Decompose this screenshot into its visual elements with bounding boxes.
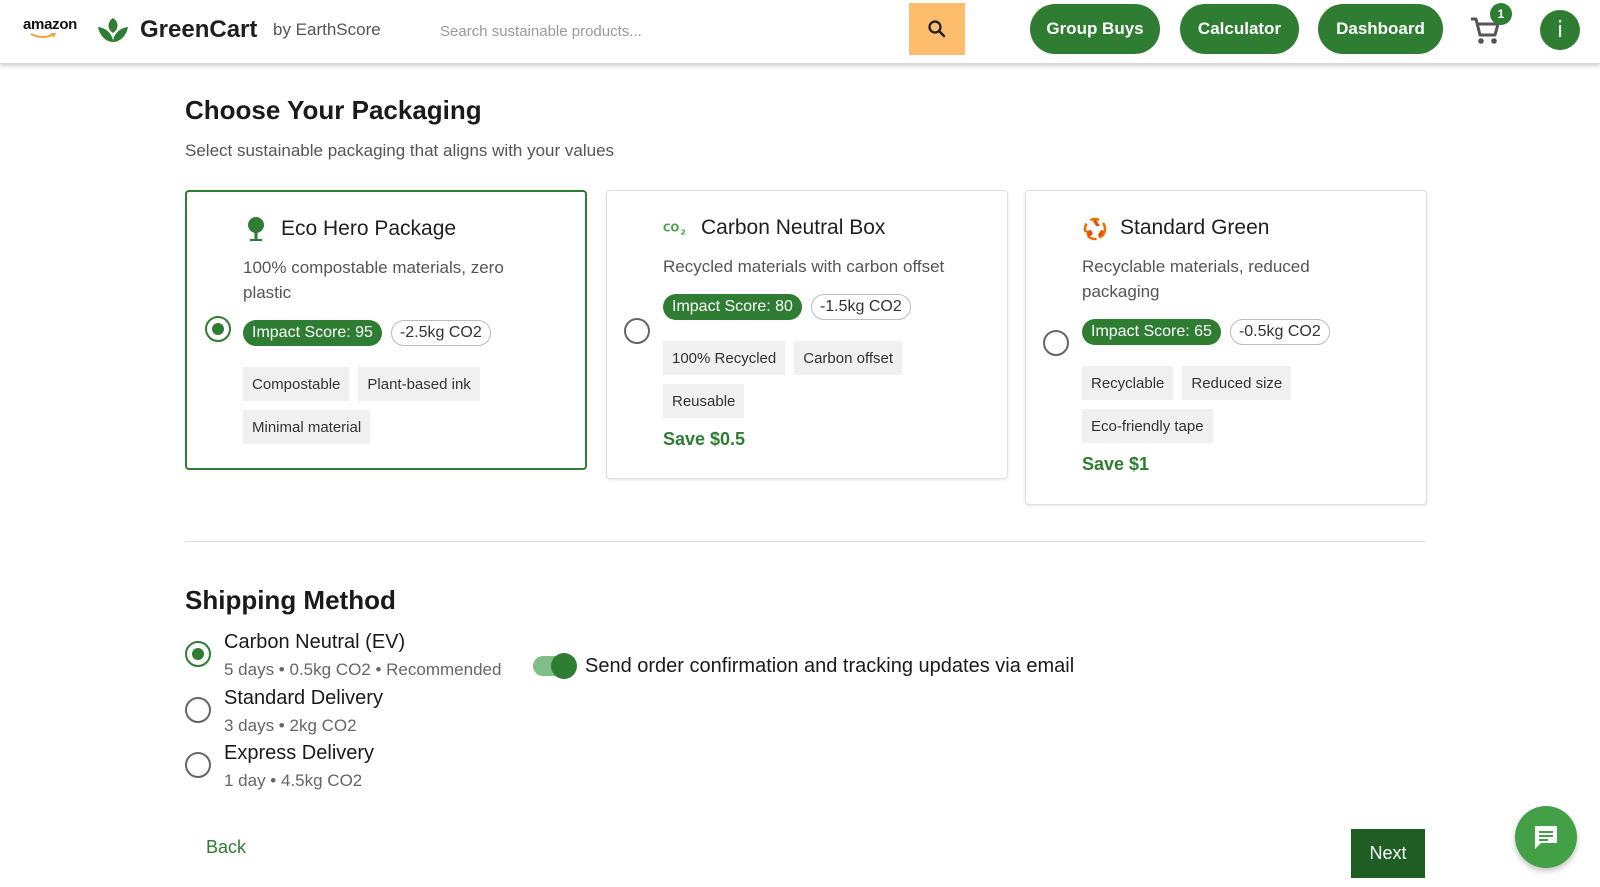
tree-icon <box>243 216 269 242</box>
shipping-radio-carbon-neutral[interactable] <box>185 641 211 667</box>
shipping-radio-express[interactable] <box>185 752 211 778</box>
feature-tag: Reusable <box>663 384 745 418</box>
packaging-option-title: Standard Green <box>1120 216 1270 239</box>
section-divider <box>185 541 1425 542</box>
packaging-option-desc: 100% compostable materials, zero plastic <box>243 258 504 302</box>
recycle-icon <box>1082 215 1108 241</box>
shipping-option-detail: 1 day • 4.5kg CO2 <box>224 771 363 790</box>
amazon-logo[interactable]: amazon <box>23 16 77 33</box>
co2-badge: -0.5kg CO2 <box>1229 319 1330 345</box>
group-buys-button[interactable]: Group Buys <box>1030 4 1160 54</box>
search-input[interactable] <box>440 6 910 56</box>
feature-tag: Recyclable <box>1082 366 1174 400</box>
shipping-option-detail: 3 days • 2kg CO2 <box>224 716 357 735</box>
feature-tag: 100% Recycled <box>663 341 786 375</box>
packaging-option-standard-green[interactable]: Standard Green Recyclable materials, red… <box>1025 190 1427 505</box>
back-button[interactable]: Back <box>192 827 260 867</box>
shipping-title: Shipping Method <box>185 585 396 615</box>
amazon-smile-icon <box>30 33 56 38</box>
shipping-option-label[interactable]: Carbon Neutral (EV) <box>224 631 405 654</box>
shipping-option-detail: 5 days • 0.5kg CO2 • Recommended <box>224 660 502 679</box>
packaging-radio-carbon-neutral[interactable] <box>624 318 650 344</box>
shipping-option-label[interactable]: Express Delivery <box>224 742 374 765</box>
brand-subtitle: by EarthScore <box>273 20 381 39</box>
packaging-option-title: Carbon Neutral Box <box>701 216 886 239</box>
co2-badge: -1.5kg CO2 <box>810 294 911 320</box>
packaging-option-title: Eco Hero Package <box>281 217 457 240</box>
packaging-option-eco-hero[interactable]: Eco Hero Package 100% compostable materi… <box>185 190 587 470</box>
co2-icon: CO 2 <box>663 215 689 241</box>
packaging-radio-standard-green[interactable] <box>1043 330 1069 356</box>
packaging-subtitle: Select sustainable packaging that aligns… <box>185 141 615 160</box>
svg-text:2: 2 <box>681 228 686 237</box>
savings-label: Save $1 <box>1082 454 1150 474</box>
next-button[interactable]: Next <box>1351 829 1425 878</box>
top-header: amazon GreenCart by EarthScore Group Buy… <box>0 0 1600 64</box>
feature-tag: Minimal material <box>243 410 371 444</box>
chat-button[interactable] <box>1515 806 1577 868</box>
feature-tag: Compostable <box>243 367 350 401</box>
shipping-option-label[interactable]: Standard Delivery <box>224 687 383 710</box>
calculator-button[interactable]: Calculator <box>1180 4 1299 54</box>
cart-count-badge: 1 <box>1490 3 1512 25</box>
search-icon <box>928 20 946 38</box>
impact-score-badge: Impact Score: 80 <box>663 294 802 320</box>
packaging-radio-eco-hero[interactable] <box>205 316 231 342</box>
packaging-option-desc: Recycled materials with carbon offset <box>663 257 945 276</box>
email-updates-label: Send order confirmation and tracking upd… <box>585 655 1075 677</box>
feature-tag: Reduced size <box>1182 366 1292 400</box>
savings-label: Save $0.5 <box>663 429 746 449</box>
feature-tag: Carbon offset <box>794 341 903 375</box>
shipping-radio-standard[interactable] <box>185 697 211 723</box>
email-updates-toggle[interactable] <box>533 653 577 679</box>
packaging-title: Choose Your Packaging <box>185 95 482 125</box>
packaging-option-carbon-neutral[interactable]: CO 2 Carbon Neutral Box Recycled materia… <box>606 190 1008 479</box>
dashboard-button[interactable]: Dashboard <box>1318 4 1443 54</box>
impact-score-badge: Impact Score: 65 <box>1082 319 1221 345</box>
impact-score-badge: Impact Score: 95 <box>243 320 382 346</box>
co2-badge: -2.5kg CO2 <box>390 320 491 346</box>
brand-name[interactable]: GreenCart <box>140 16 257 44</box>
user-avatar[interactable]: i <box>1540 10 1580 50</box>
feature-tag: Eco-friendly tape <box>1082 409 1213 443</box>
search-button[interactable] <box>909 3 965 55</box>
feature-tag: Plant-based ink <box>358 367 480 401</box>
svg-text:CO: CO <box>663 224 679 235</box>
packaging-option-desc: Recyclable materials, reduced packaging <box>1082 257 1310 301</box>
sprout-logo-icon[interactable] <box>96 13 130 47</box>
chat-icon <box>1535 826 1557 849</box>
